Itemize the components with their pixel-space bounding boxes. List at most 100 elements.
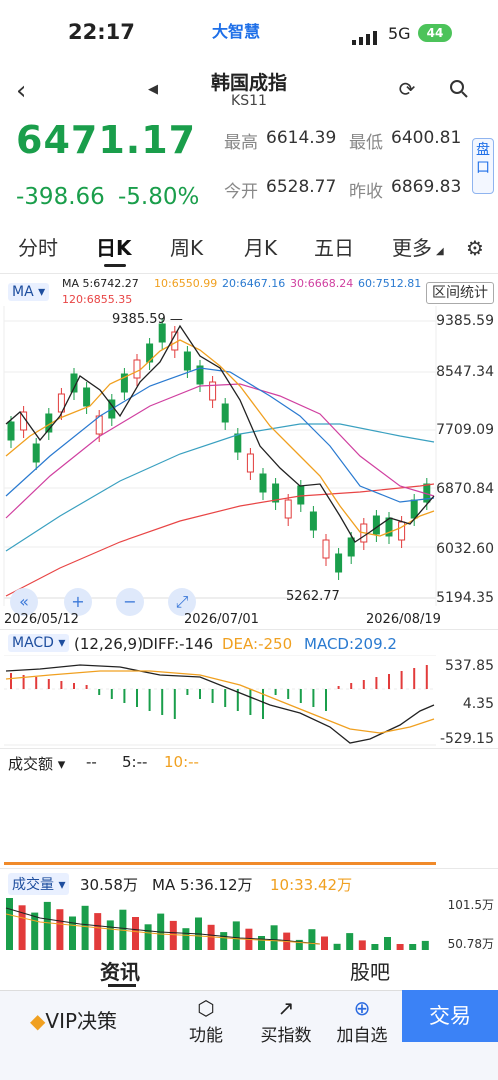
ma30-label: 30:6668.24 [290, 277, 354, 290]
ma10-line [5, 339, 435, 537]
tab-forum[interactable]: 股吧 [350, 956, 390, 985]
tab-intraday[interactable]: 分时 [18, 232, 58, 261]
volume-value: 30.58万 [80, 876, 138, 894]
candle-body [234, 433, 242, 453]
news-tab-indicator [108, 984, 136, 987]
macd-bar [224, 689, 227, 707]
tab-daily-k[interactable]: 日K [96, 232, 132, 261]
stock-code: KS11 [231, 93, 267, 109]
turnover-ma10: 10:-- [164, 753, 199, 771]
date-mid: 2026/07/01 [184, 612, 259, 627]
volume-bar [132, 917, 139, 950]
macd-bar [211, 689, 214, 703]
network-label: 5G [388, 24, 411, 43]
macd-bar [413, 668, 416, 689]
candle-body [398, 521, 406, 541]
macd-bar [312, 689, 315, 707]
volume-bars [6, 898, 429, 950]
content-tabs: 资讯 股吧 [0, 950, 498, 990]
tab-five-day[interactable]: 五日 [314, 232, 354, 261]
candle-body [322, 539, 330, 559]
candle-body [221, 403, 229, 423]
divider [0, 273, 498, 274]
volume-select[interactable]: 成交量 ▾ [8, 873, 70, 895]
candle-body [183, 351, 191, 371]
settings-gear-icon[interactable]: ⚙ [466, 236, 484, 260]
clock: 22:17 [68, 20, 135, 44]
search-icon[interactable] [444, 74, 474, 104]
buy-index-button[interactable]: ↗ 买指数 [248, 995, 324, 1046]
function-button[interactable]: ⬡ 功能 [168, 995, 244, 1046]
high-value: 6614.39 [266, 128, 337, 148]
signal-icon [352, 30, 380, 49]
low-value: 6400.81 [391, 128, 462, 148]
battery-icon: 44 [418, 24, 452, 42]
macd-bar [161, 689, 164, 715]
turnover-select[interactable]: 成交额 ▾ [8, 753, 65, 774]
volume-chart[interactable] [0, 894, 498, 950]
macd-y-2: 4.35 [462, 696, 494, 712]
ma120-line [5, 483, 435, 597]
indicator-select[interactable]: MA ▾ [8, 283, 50, 301]
zoom-out-icon[interactable]: − [116, 588, 144, 616]
kline-chart[interactable] [0, 306, 498, 606]
turnover-baseline [4, 862, 436, 865]
tab-monthly-k[interactable]: 月K [244, 232, 277, 261]
macd-bar [35, 677, 38, 689]
volume-ma5: MA 5:36.12万 [152, 876, 253, 894]
tab-weekly-k[interactable]: 周K [170, 232, 203, 261]
ma30-line [5, 383, 435, 519]
ma10-label: 10:6550.99 [154, 277, 218, 290]
volume-bar [346, 933, 354, 950]
macd-bar [110, 689, 113, 699]
tab-news[interactable]: 资讯 [100, 956, 140, 985]
macd-bar [73, 683, 75, 689]
macd-bar [287, 689, 290, 699]
macd-bar [325, 689, 327, 711]
macd-bar [186, 689, 189, 695]
min-marker: 5262.77 [286, 589, 340, 604]
y-label-2: 8547.34 [436, 364, 494, 380]
macd-chart[interactable] [0, 655, 498, 747]
candle-body [335, 553, 343, 573]
macd-bar [274, 689, 277, 695]
y-label-3: 7709.09 [436, 422, 494, 438]
tab-more[interactable]: 更多 [392, 232, 432, 261]
y-label-4: 6870.84 [436, 481, 494, 497]
turnover-value: -- [86, 753, 97, 771]
volume-bar [31, 912, 39, 950]
ma120-label: 120:6855.35 [62, 293, 133, 306]
macd-diff: DIFF:-146 [142, 635, 214, 653]
volume-bar [321, 936, 328, 950]
volume-bar [69, 916, 76, 950]
vip-decision-button[interactable]: ◆VIP决策 [30, 1005, 160, 1034]
candle-body [7, 421, 15, 441]
candle-body [246, 453, 254, 473]
candle-body [297, 485, 305, 505]
period-tabs: 分时 日K 周K 月K 五日 更多 ◢ ⚙ [0, 232, 498, 272]
open-label: 今开 [224, 182, 258, 202]
volume-bar [43, 901, 51, 950]
candle-body [309, 511, 317, 531]
macd-bar [388, 674, 390, 689]
candle-body [284, 499, 292, 519]
y-label-6: 5194.35 [436, 590, 494, 606]
current-price: 6471.17 [16, 118, 197, 162]
refresh-icon[interactable]: ⟳ [392, 74, 422, 104]
divider [0, 629, 498, 630]
volume-bar [220, 932, 228, 950]
range-stats-button[interactable]: 区间统计 [426, 282, 494, 304]
price-change-pct: -5.80% [118, 184, 200, 210]
macd-bar [85, 685, 88, 689]
macd-select[interactable]: MACD ▾ [8, 634, 70, 652]
add-favorite-button[interactable]: ⊕ 加自选 [324, 995, 400, 1046]
volume-ma10: 10:33.42万 [270, 876, 353, 894]
ma60-label: 60:7512.81 [358, 277, 422, 290]
pankou-button[interactable]: 盘口 [472, 138, 494, 194]
volume-y-1: 101.5万 [447, 898, 494, 912]
trade-button[interactable]: 交易 [402, 990, 498, 1042]
more-triangle-icon[interactable]: ◢ [436, 246, 444, 257]
macd-dea: DEA:-250 [222, 635, 293, 653]
page-title: 韩国成指 [210, 72, 287, 94]
macd-bar [299, 689, 302, 703]
